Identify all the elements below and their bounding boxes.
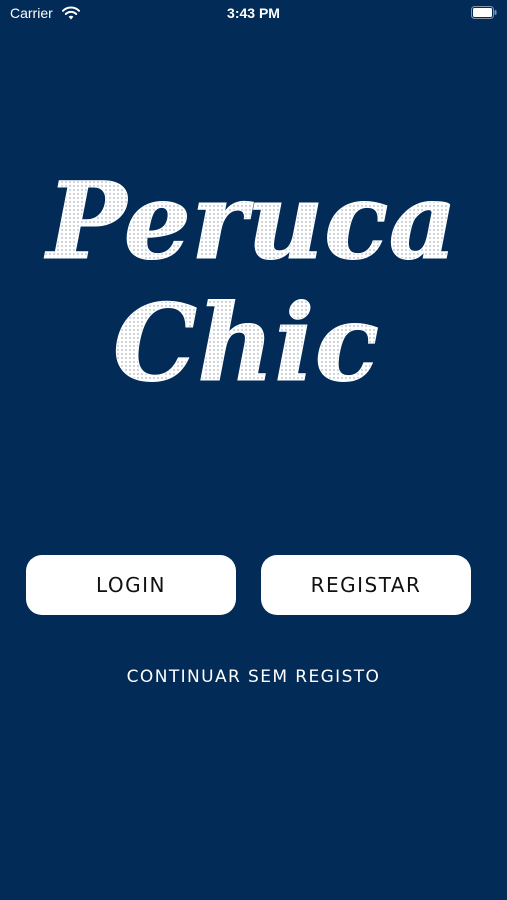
login-button[interactable]: LOGIN	[26, 555, 236, 615]
battery-icon	[471, 6, 497, 19]
status-bar: Carrier 3:43 PM	[0, 0, 507, 28]
register-button[interactable]: REGISTAR	[261, 555, 471, 615]
logo-line-chic: Chic	[113, 280, 379, 405]
status-time: 3:43 PM	[227, 5, 280, 21]
logo-line-peruca: Peruca	[44, 158, 457, 283]
continue-without-register-link[interactable]: CONTINUAR SEM REGISTO	[0, 667, 507, 687]
app-logo: Peruca Chic	[43, 158, 457, 406]
